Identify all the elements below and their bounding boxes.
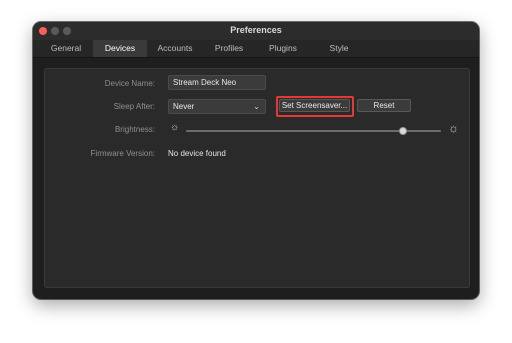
sleep-after-label: Sleep After: <box>113 102 155 111</box>
chevron-down-icon: ⌄ <box>253 102 260 111</box>
window-title: Preferences <box>230 25 282 35</box>
brightness-label: Brightness: <box>114 125 155 134</box>
set-screensaver-button[interactable]: Set Screensaver... <box>279 99 350 112</box>
sun-dim-icon: ☼ <box>170 122 180 133</box>
tab-profiles[interactable]: Profiles <box>203 40 255 57</box>
device-name-label: Device Name: <box>104 79 155 88</box>
firmware-version-label: Firmware Version: <box>90 149 155 158</box>
tab-plugins[interactable]: Plugins <box>257 40 309 57</box>
tab-style[interactable]: Style <box>313 40 365 57</box>
title-bar: Preferences <box>33 22 479 40</box>
brightness-slider-knob[interactable] <box>398 127 407 135</box>
devices-panel: Device Name: Stream Deck Neo Sleep After… <box>44 68 470 288</box>
tab-devices[interactable]: Devices <box>93 40 147 57</box>
tab-bar: General Devices Accounts Profiles Plugin… <box>33 40 479 58</box>
sleep-after-value: Never <box>173 102 195 111</box>
device-name-field[interactable]: Stream Deck Neo <box>168 75 266 90</box>
tab-accounts[interactable]: Accounts <box>149 40 201 57</box>
sleep-after-select[interactable]: Never ⌄ <box>168 99 266 114</box>
preferences-window: Preferences General Devices Accounts Pro… <box>33 22 479 299</box>
firmware-version-value: No device found <box>168 149 226 158</box>
tab-general[interactable]: General <box>41 40 91 57</box>
reset-button[interactable]: Reset <box>357 99 411 112</box>
sun-bright-icon: ☼ <box>448 121 459 135</box>
